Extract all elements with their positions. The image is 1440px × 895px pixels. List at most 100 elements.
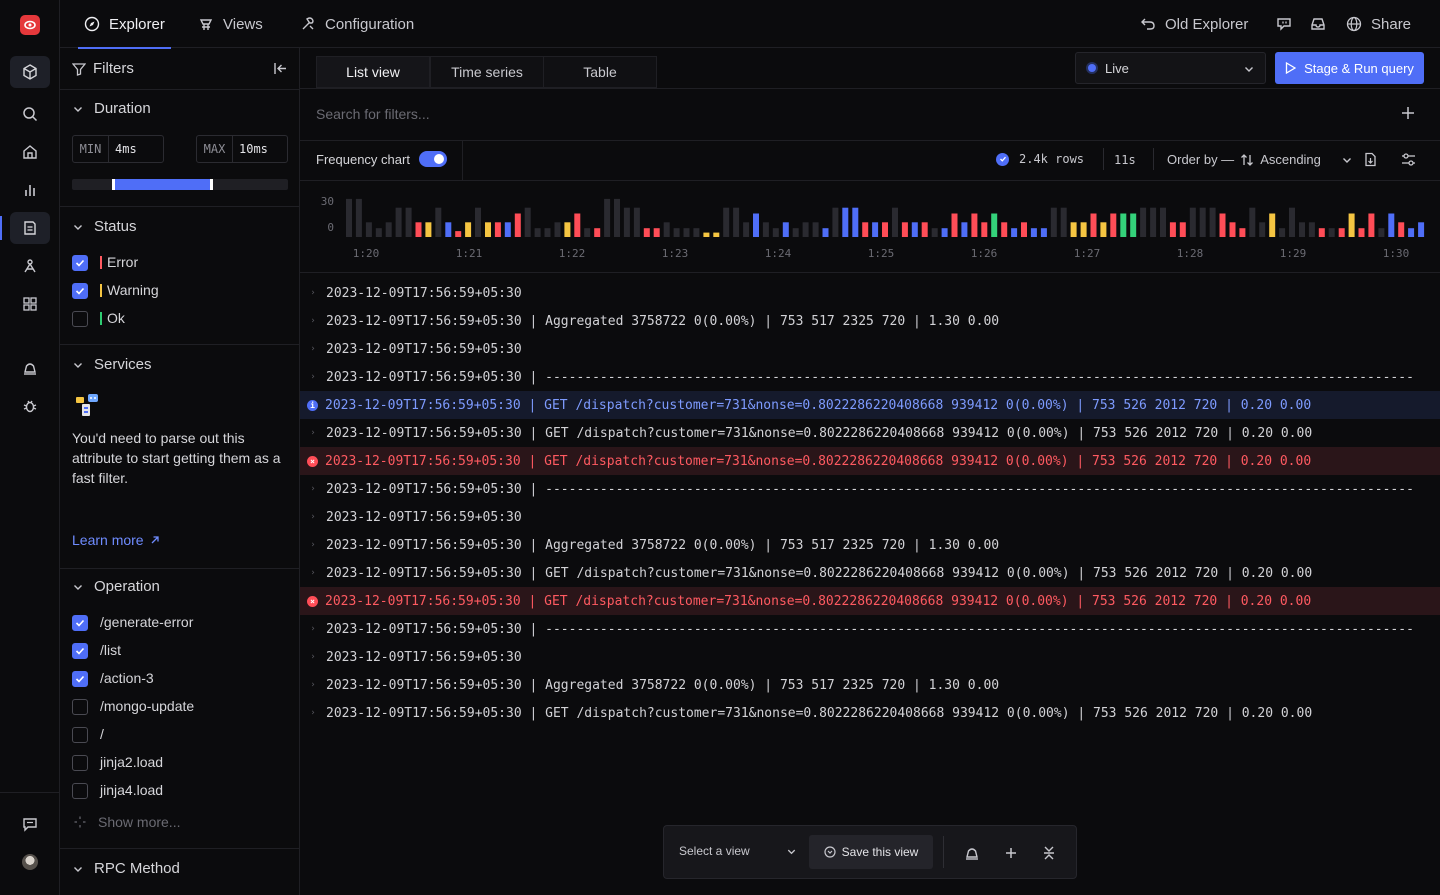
chart-bar[interactable] <box>544 228 551 237</box>
chart-bar[interactable] <box>1338 228 1345 237</box>
chart-bar[interactable] <box>1408 228 1415 237</box>
rpc-method-section-toggle[interactable]: RPC Method <box>72 860 180 877</box>
chart-bar[interactable] <box>1249 207 1256 237</box>
chart-bar[interactable] <box>375 228 382 237</box>
chart-bar[interactable] <box>1080 222 1087 237</box>
duration-section-toggle[interactable]: Duration <box>72 100 151 117</box>
chart-bar[interactable] <box>1030 228 1037 237</box>
log-row[interactable]: › 2023-12-09T17:56:59+05:30 | GET /dispat… <box>300 559 1440 587</box>
chart-bar[interactable] <box>395 207 402 237</box>
log-row[interactable]: › 2023-12-09T17:56:59+05:30 | Aggregated … <box>300 531 1440 559</box>
order-by-control[interactable]: Order by — Ascending <box>1167 152 1353 167</box>
chart-bar[interactable] <box>981 222 988 237</box>
chart-bar[interactable] <box>455 231 462 237</box>
alert-bell-icon[interactable] <box>964 845 980 861</box>
chart-bar[interactable] <box>1229 222 1236 237</box>
chart-bar[interactable] <box>494 222 501 237</box>
chart-bar[interactable] <box>762 222 769 237</box>
chart-bar[interactable] <box>653 228 660 237</box>
chart-bar[interactable] <box>554 222 561 237</box>
chart-bar[interactable] <box>991 213 998 238</box>
operation-checkbox[interactable] <box>72 615 88 631</box>
live-select[interactable]: Live <box>1075 52 1266 84</box>
log-row[interactable]: › 2023-12-09T17:56:59+05:30 | Aggregated … <box>300 307 1440 335</box>
chart-bar[interactable] <box>713 232 720 237</box>
chart-bar[interactable] <box>1189 207 1196 237</box>
chart-bar[interactable] <box>1308 222 1315 237</box>
tab-list-view[interactable]: List view <box>316 56 430 88</box>
show-more-button[interactable]: Show more... <box>74 814 180 830</box>
chart-bar[interactable] <box>693 228 700 237</box>
add-icon[interactable] <box>1003 845 1019 861</box>
stage-run-query-button[interactable]: Stage & Run query <box>1275 52 1424 84</box>
chart-bar[interactable] <box>1219 213 1226 238</box>
chart-bar[interactable] <box>971 213 978 238</box>
log-row[interactable]: › 2023-12-09T17:56:59+05:30 <box>300 279 1440 307</box>
chart-bar[interactable] <box>633 207 640 237</box>
rail-traces-icon[interactable] <box>10 250 50 282</box>
chart-bar[interactable] <box>623 207 630 237</box>
chart-bar[interactable] <box>1169 222 1176 237</box>
status-checkbox-ok[interactable] <box>72 311 88 327</box>
log-row[interactable]: › 2023-12-09T17:56:59+05:30 | -----------… <box>300 363 1440 391</box>
rail-charts-icon[interactable] <box>10 174 50 206</box>
chart-bar[interactable] <box>921 222 928 237</box>
chart-bar[interactable] <box>574 213 581 238</box>
chart-bar[interactable] <box>1040 228 1047 237</box>
chart-bar[interactable] <box>1140 207 1147 237</box>
rail-dashboards-icon[interactable] <box>10 288 50 320</box>
select-view-dropdown[interactable]: Select a view <box>679 844 797 858</box>
rail-logs-icon[interactable] <box>0 212 50 244</box>
tab-time-series[interactable]: Time series <box>430 56 544 88</box>
chart-bar[interactable] <box>723 207 730 237</box>
frequency-chart-toggle[interactable]: Frequency chart <box>316 151 447 167</box>
log-row[interactable]: › 2023-12-09T17:56:59+05:30 <box>300 503 1440 531</box>
chart-bar[interactable] <box>504 222 511 237</box>
tab-views[interactable]: Views <box>198 0 263 48</box>
chart-bar[interactable] <box>514 213 521 238</box>
log-row[interactable]: › 2023-12-09T17:56:59+05:30 | -----------… <box>300 475 1440 503</box>
chart-bar[interactable] <box>782 222 789 237</box>
log-row[interactable]: × 2023-12-09T17:56:59+05:30 | GET /dispat… <box>300 447 1440 475</box>
chart-bar[interactable] <box>1358 228 1365 237</box>
chart-bar[interactable] <box>445 222 452 237</box>
rail-feedback-icon[interactable] <box>10 808 50 840</box>
chart-bar[interactable] <box>1299 222 1305 237</box>
status-checkbox-warning[interactable] <box>72 283 88 299</box>
chart-bar[interactable] <box>1021 222 1027 237</box>
chart-bar[interactable] <box>355 198 362 237</box>
chart-bar[interactable] <box>892 207 898 237</box>
chart-bar[interactable] <box>1150 207 1157 237</box>
chart-bar[interactable] <box>1259 222 1266 237</box>
chart-bar[interactable] <box>1100 222 1107 237</box>
chart-bar[interactable] <box>961 222 968 237</box>
rail-exceptions-icon[interactable] <box>10 390 50 422</box>
chart-bar[interactable] <box>951 213 958 238</box>
chart-bar[interactable] <box>1011 228 1018 237</box>
chart-bar[interactable] <box>1388 213 1395 238</box>
status-checkbox-error[interactable] <box>72 255 88 271</box>
operation-checkbox[interactable] <box>72 699 88 715</box>
duration-min-handle[interactable] <box>112 179 116 190</box>
duration-range-slider[interactable] <box>72 179 288 190</box>
chart-bar[interactable] <box>862 222 869 237</box>
rail-search-icon[interactable] <box>10 98 50 130</box>
chart-bar[interactable] <box>614 198 620 237</box>
feedback-icon[interactable] <box>1276 0 1292 48</box>
share-button[interactable]: Share <box>1346 0 1411 48</box>
chart-bar[interactable] <box>812 222 819 237</box>
duration-max-handle[interactable] <box>210 179 214 190</box>
chart-bar[interactable] <box>1348 213 1355 238</box>
save-view-button[interactable]: Save this view <box>809 835 933 869</box>
log-row[interactable]: › 2023-12-09T17:56:59+05:30 <box>300 643 1440 671</box>
chart-bar[interactable] <box>1328 228 1335 237</box>
tab-configuration[interactable]: Configuration <box>300 0 414 48</box>
log-row[interactable]: › 2023-12-09T17:56:59+05:30 <box>300 335 1440 363</box>
rail-explorer-icon[interactable] <box>10 56 50 88</box>
chart-bar[interactable] <box>842 207 849 237</box>
chart-bar[interactable] <box>485 222 491 237</box>
chart-bar[interactable] <box>435 207 442 237</box>
status-section-toggle[interactable]: Status <box>72 218 137 235</box>
chart-bar[interactable] <box>1289 207 1295 237</box>
chart-bar[interactable] <box>465 222 472 237</box>
